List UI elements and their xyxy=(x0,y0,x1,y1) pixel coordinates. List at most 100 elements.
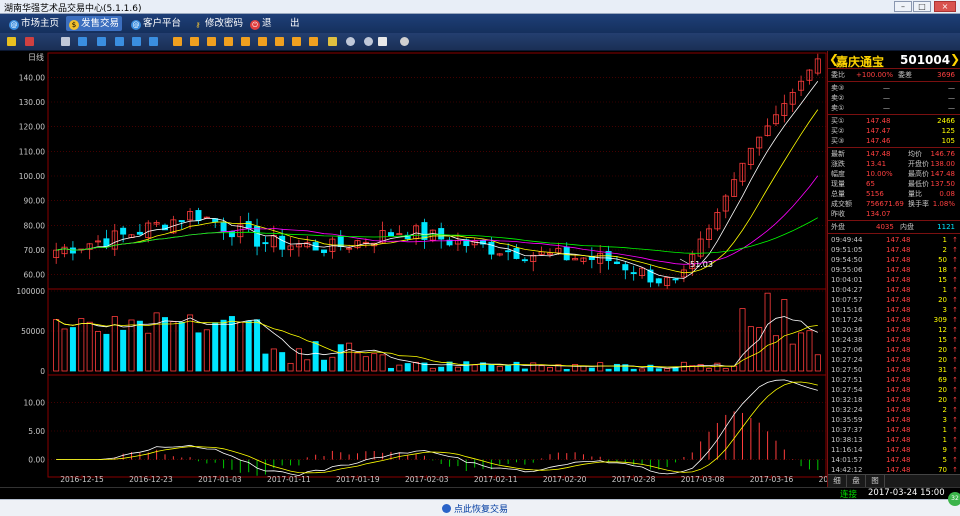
tick-price: 147.48 xyxy=(886,336,911,344)
tool-icon[interactable] xyxy=(275,37,284,46)
tick-time: 10:24:38 xyxy=(831,336,863,344)
tick-time: 10:27:06 xyxy=(831,346,863,354)
zoom-out-icon[interactable] xyxy=(364,37,373,46)
sell-price: — xyxy=(883,104,890,112)
stat-label: 换手率 xyxy=(908,200,929,208)
tick-volume: 15 xyxy=(938,336,947,344)
minimize-button[interactable]: – xyxy=(894,1,912,12)
maximize-button[interactable]: □ xyxy=(913,1,931,12)
tool-icon[interactable] xyxy=(190,37,199,46)
up-arrow-icon: ↑ xyxy=(952,236,958,244)
stat-label: 量比 xyxy=(908,190,922,198)
tool-icon[interactable] xyxy=(292,37,301,46)
price-tick-label: 60.00 xyxy=(24,271,46,280)
volume-bar xyxy=(279,352,286,372)
buy-row: 买② 147.47 125 xyxy=(828,126,960,136)
tick-volume: 3 xyxy=(942,416,947,424)
candle-body xyxy=(672,278,679,281)
next-arrow-icon[interactable]: ❯ xyxy=(950,52,960,66)
date-tick-label: 2017-02-11 xyxy=(474,475,518,484)
tick-price: 147.48 xyxy=(886,436,911,444)
tick-price: 147.48 xyxy=(886,306,911,314)
kline-view-icon[interactable] xyxy=(7,37,16,46)
tab-book[interactable]: 盘 xyxy=(847,475,866,487)
up-arrow-icon: ↑ xyxy=(952,446,958,454)
candle-body xyxy=(521,259,528,262)
sell-volume: — xyxy=(948,94,955,102)
volume-bar xyxy=(195,332,202,372)
volume-bar xyxy=(488,364,495,372)
close-button[interactable]: × xyxy=(934,1,956,12)
tick-time: 10:35:59 xyxy=(831,416,863,424)
volume-bar xyxy=(329,356,336,372)
gear-icon[interactable] xyxy=(400,37,409,46)
globe-icon: @ xyxy=(9,20,19,30)
menu-exit[interactable]: 出 xyxy=(287,16,303,31)
volume-bars xyxy=(53,292,821,372)
volume-bar xyxy=(814,354,821,372)
candle-body xyxy=(488,241,495,255)
tab-detail[interactable]: 细 xyxy=(828,475,847,487)
menu-trade[interactable]: $ 发售交易 xyxy=(66,16,123,31)
period-icon[interactable] xyxy=(132,37,141,46)
volume-bar xyxy=(254,319,261,372)
menu-client-platform[interactable]: @ 客户平台 xyxy=(128,16,184,31)
menu-logout[interactable]: ⏻ 退 xyxy=(247,16,275,31)
tool-icon[interactable] xyxy=(309,37,318,46)
menu-market-home[interactable]: @ 市场主页 xyxy=(6,16,62,31)
stat-label: 最高价 xyxy=(908,170,929,178)
candle-body xyxy=(505,250,512,253)
trend-view-icon[interactable] xyxy=(25,37,34,46)
tool-icon[interactable] xyxy=(258,37,267,46)
tool-icon[interactable] xyxy=(328,37,337,46)
tab-chart[interactable]: 图 xyxy=(866,475,885,487)
tool-icon[interactable] xyxy=(173,37,182,46)
stat-value: 0.08 xyxy=(939,190,955,198)
volume-bar xyxy=(304,359,311,372)
buy-volume: 2466 xyxy=(937,117,955,125)
period-icon[interactable] xyxy=(149,37,158,46)
buy-price: 147.47 xyxy=(866,127,891,135)
date-tick-label: 2017-02-20 xyxy=(543,475,587,484)
draw-icon[interactable] xyxy=(378,37,387,46)
up-arrow-icon: ↑ xyxy=(952,276,958,284)
volume-bar xyxy=(404,363,411,372)
menu-change-password[interactable]: ⚷ 修改密码 xyxy=(190,16,246,31)
tool-icon[interactable] xyxy=(207,37,216,46)
tool-icon[interactable] xyxy=(241,37,250,46)
stat-row: 最新 147.48 均价 146.76 xyxy=(828,149,960,159)
period-icon[interactable] xyxy=(115,37,124,46)
tick-row: 10:15:16 147.48 3 ↑ xyxy=(828,305,960,315)
period-icon[interactable] xyxy=(78,37,87,46)
dea-line xyxy=(56,381,818,474)
up-arrow-icon: ↑ xyxy=(952,296,958,304)
tick-volume: 20 xyxy=(938,296,947,304)
volume-bar xyxy=(505,365,512,372)
notification-badge[interactable]: 32 xyxy=(948,492,960,506)
indicator-axis: 10.00 5.00 0.00 xyxy=(24,398,46,464)
candle-body xyxy=(421,222,428,240)
inner-value: 1121 xyxy=(937,223,955,231)
window-icon[interactable] xyxy=(61,37,70,46)
volume-bar xyxy=(203,329,210,372)
period-icon[interactable] xyxy=(97,37,106,46)
sell-price: — xyxy=(883,94,890,102)
volume-bar xyxy=(237,321,244,372)
tick-volume: 20 xyxy=(938,396,947,404)
candle-body xyxy=(513,248,520,259)
tool-icon[interactable] xyxy=(224,37,233,46)
zoom-in-icon[interactable] xyxy=(346,37,355,46)
buy-price: 147.48 xyxy=(866,117,891,125)
buy-row: 买① 147.48 2466 xyxy=(828,116,960,126)
candle-body xyxy=(120,227,127,235)
price-tick-label: 100.00 xyxy=(19,172,45,181)
tick-volume: 5 xyxy=(942,456,947,464)
tick-volume: 9 xyxy=(942,446,947,454)
tick-price: 147.48 xyxy=(886,406,911,414)
buy-label: 买① xyxy=(831,117,845,125)
stat-label: 幅度 xyxy=(831,170,845,178)
date-tick-label: 2017-01-03 xyxy=(198,475,242,484)
kline-chart[interactable]: 140.00 130.00 120.00 110.00 100.00 90.00 80.00… xyxy=(0,51,827,487)
tick-price: 147.48 xyxy=(886,376,911,384)
restore-trading-link[interactable]: 点此恢复交易 xyxy=(442,502,508,515)
